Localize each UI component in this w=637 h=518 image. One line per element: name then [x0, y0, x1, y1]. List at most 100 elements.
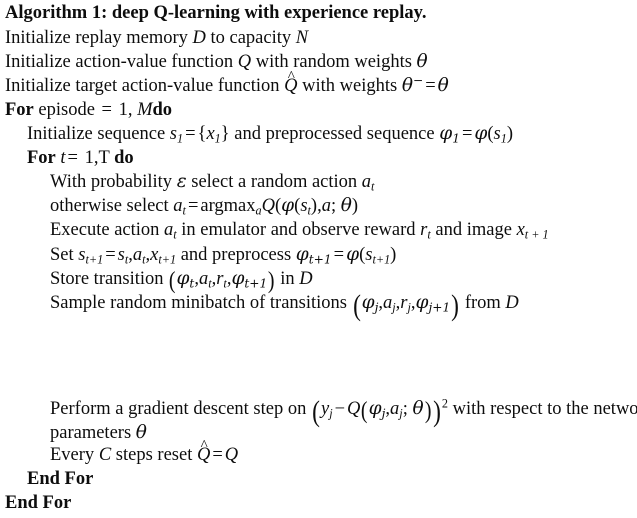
subscript: t+1 — [85, 252, 104, 267]
text-fragment: With probability — [50, 172, 177, 192]
algorithm-line-init-action-value: Initialize action-value function Q with … — [0, 52, 428, 72]
brace-close: } — [220, 124, 230, 144]
math-symbol: φ — [231, 268, 245, 289]
math-var-m: M — [137, 100, 153, 120]
math-symbol: a — [132, 245, 143, 265]
algorithm-line-gradient-descent: Perform a gradient descent step on (yj − Q… — [0, 394, 637, 445]
algorithm-line-reset-target: Every C steps reset ^ Q = Q — [0, 438, 239, 465]
paren-close: ) — [506, 124, 514, 144]
algorithm-line-execute-action: Execute action at in emulator and observ… — [0, 220, 549, 241]
text-fragment: steps reset — [111, 445, 197, 465]
math-var-q: Q — [347, 399, 361, 419]
algorithm-line-for-t: For t = 1,T do — [0, 149, 134, 168]
semicolon: ; — [330, 196, 341, 216]
hat-accent-icon: ^ — [287, 68, 295, 86]
math-var-phi-j: φj — [362, 292, 379, 313]
math-symbol: y — [320, 399, 330, 419]
math-var-r-j: rj — [400, 293, 411, 314]
math-var-phi-t-plus-1: φt+1 — [296, 244, 332, 265]
math-var-epsilon: ε — [176, 171, 187, 192]
math-var-phi: φ — [474, 123, 488, 144]
math-var-phi-t: φt — [176, 268, 194, 289]
math-operator-minus: − — [334, 399, 346, 419]
text-fragment: and preprocessed sequence — [229, 124, 440, 144]
math-var-s1: s1 — [170, 124, 183, 145]
math-operator-equals: = — [67, 148, 78, 168]
text-fragment: Initialize replay memory — [5, 28, 193, 48]
math-var-theta-minus: θ− — [402, 75, 423, 96]
algorithm-line-sample-minibatch: Sample random minibatch of transitions (… — [0, 288, 519, 322]
paren-open: ( — [361, 396, 368, 424]
math-operator-equals: = — [185, 124, 196, 144]
math-var-s1: s1 — [493, 124, 507, 145]
subscript: 1 — [452, 131, 460, 146]
math-symbol: φ — [361, 292, 375, 313]
math-symbol: s — [117, 245, 125, 265]
subscript: t — [371, 179, 375, 194]
subscript: t+1 — [244, 276, 268, 291]
subscript: t+1 — [158, 252, 177, 267]
math-symbol: a — [198, 269, 209, 289]
math-operator-equals: = — [333, 245, 345, 265]
math-symbol: a — [382, 293, 393, 313]
paren-close: ) — [451, 288, 460, 322]
math-var-d: D — [192, 28, 206, 48]
math-operator-equals: = — [212, 445, 223, 465]
superscript-minus: − — [412, 73, 424, 88]
math-operator-equals: = — [187, 196, 199, 216]
subscript: j+1 — [428, 300, 451, 315]
case-item-nonterminal — [59, 354, 595, 388]
math-var-a-t: at — [198, 269, 212, 290]
math-var-a-t: at — [173, 196, 186, 217]
text-fragment: Perform a gradient descent step on — [50, 399, 311, 419]
math-symbol: s — [493, 124, 501, 144]
text-fragment: episode — [33, 100, 100, 120]
math-symbol: φ — [295, 244, 309, 265]
math-var-a-t: at — [362, 172, 375, 194]
algorithm-line-end-for-outer: End For — [5, 493, 72, 513]
math-var-c: C — [98, 445, 112, 465]
semicolon: ; — [402, 399, 413, 419]
math-var-theta: θ — [135, 422, 147, 444]
math-symbol: a — [390, 399, 400, 419]
math-symbol: s — [300, 196, 308, 216]
case-expression — [59, 354, 327, 376]
paren-close: ) — [432, 394, 441, 428]
math-var-r-t: rt — [420, 220, 431, 241]
algorithm-line-store-transition: Store transition (φt,at,rt,φt+1) in D — [0, 268, 313, 292]
math-var-a-j: aj — [390, 399, 403, 420]
subscript: t+1 — [308, 252, 332, 267]
math-var-y-j: yj — [320, 399, 333, 420]
text-fragment: Sample random minibatch of transitions — [50, 293, 352, 313]
math-var-theta: θ — [437, 75, 449, 96]
text-fragment: Initialize sequence — [27, 124, 170, 144]
text-fragment: otherwise select — [50, 196, 174, 216]
math-operator-equals: = — [461, 124, 473, 144]
math-var-x-t-plus-1: xt+1 — [150, 245, 177, 267]
text-fragment: with random weights — [251, 52, 417, 72]
paren-open: ( — [312, 394, 320, 428]
math-var-n: N — [295, 28, 309, 48]
math-var-q: Q — [261, 196, 275, 216]
math-var-x-t-plus-1: xt + 1 — [517, 220, 549, 241]
subscript: t+1 — [372, 252, 391, 267]
math-var-q: Q — [224, 445, 239, 465]
algorithm-line-greedy-action: otherwise select at = argmaxaQ(φ(st),a; θ) — [0, 196, 358, 217]
text-fragment: 1, — [113, 100, 138, 120]
math-symbol: φ — [439, 123, 453, 144]
math-var-q-hat: ^ Q — [284, 69, 297, 96]
text-fragment: from — [460, 293, 506, 313]
algorithm-line-init-replay-memory: Initialize replay memory D to capacity N — [0, 29, 308, 48]
math-operator-argmax: argmaxa — [200, 196, 261, 217]
math-operator-equals: = — [425, 76, 436, 96]
algorithm-block: Algorithm 1: deep Q-learning with experi… — [0, 0, 637, 518]
text-fragment: Initialize action-value function — [5, 52, 238, 72]
math-symbol: a — [164, 220, 174, 240]
math-var-a-j: aj — [382, 293, 396, 314]
text-fragment: Initialize target action-value function — [5, 76, 285, 96]
math-var-phi: φ — [346, 244, 360, 265]
math-var-a-t: at — [164, 220, 177, 241]
text-fragment: in emulator and observe reward — [176, 220, 421, 240]
math-var-q: Q — [237, 52, 252, 72]
math-operator-equals: = — [101, 100, 112, 120]
